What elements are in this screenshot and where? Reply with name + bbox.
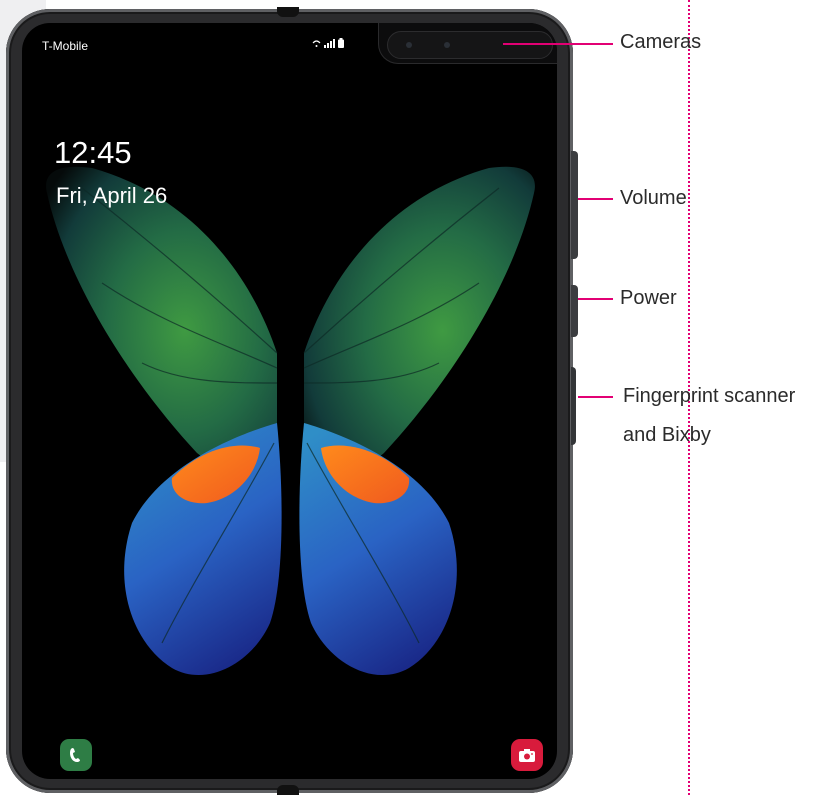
power-label: Power — [620, 287, 677, 309]
cameras-callout-line — [503, 43, 613, 45]
phone-body: T-Mobile 12:45 Fri, April 26 — [6, 7, 578, 795]
hinge-top — [277, 7, 299, 17]
carrier-label: T-Mobile — [42, 39, 89, 53]
camera-app-button[interactable] — [511, 739, 543, 771]
camera-icon — [519, 749, 535, 762]
battery-icon — [338, 38, 344, 51]
camera-module — [387, 31, 553, 59]
signal-icon — [324, 39, 335, 51]
fingerprint-callout-line — [578, 396, 613, 398]
lock-clock: 12:45 — [54, 135, 132, 170]
depth-camera-lens — [444, 42, 450, 48]
lock-screen[interactable]: T-Mobile 12:45 Fri, April 26 — [22, 23, 557, 779]
power-callout-line — [578, 298, 613, 300]
status-icons — [312, 38, 344, 51]
volume-label: Volume — [620, 187, 687, 209]
power-button[interactable] — [571, 285, 578, 337]
front-camera-lens — [406, 42, 412, 48]
wifi-icon — [312, 39, 321, 51]
hinge-bottom — [277, 785, 299, 795]
lock-date: Fri, April 26 — [56, 183, 168, 208]
cameras-label: Cameras — [620, 31, 702, 53]
fingerprint-label-line2: and Bixby — [623, 424, 711, 446]
phone-app-button[interactable] — [60, 739, 92, 771]
volume-button[interactable] — [571, 151, 578, 259]
fingerprint-button[interactable] — [571, 367, 576, 445]
fingerprint-label-line1: Fingerprint scanner — [623, 385, 796, 407]
volume-callout-line — [578, 198, 613, 200]
phone-icon — [70, 748, 80, 762]
